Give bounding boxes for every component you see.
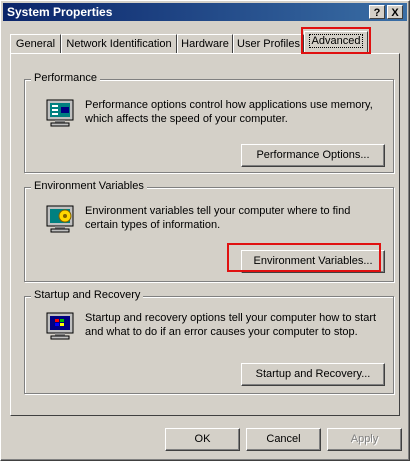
tab-user-profiles[interactable]: User Profiles <box>233 34 304 53</box>
windows-monitor-icon <box>46 312 74 340</box>
tab-network-identification[interactable]: Network Identification <box>61 34 177 53</box>
environment-monitor-icon <box>46 205 74 233</box>
window-title: System Properties <box>7 5 113 19</box>
performance-options-button[interactable]: Performance Options... <box>241 144 385 167</box>
tab-hardware[interactable]: Hardware <box>177 34 233 53</box>
performance-description: Performance options control how applicat… <box>85 99 373 125</box>
tab-general[interactable]: General <box>10 34 61 53</box>
environment-button-highlight <box>227 243 381 272</box>
ok-button[interactable]: OK <box>165 428 240 451</box>
close-button[interactable]: X <box>387 5 403 19</box>
system-properties-window: System Properties ? X General Network Id… <box>0 0 410 461</box>
performance-group-title: Performance <box>31 72 100 84</box>
startup-group-title: Startup and Recovery <box>31 289 144 301</box>
environment-group-title: Environment Variables <box>31 180 147 192</box>
environment-description: Environment variables tell your computer… <box>85 205 351 231</box>
startup-recovery-button[interactable]: Startup and Recovery... <box>241 363 385 386</box>
title-bar[interactable]: System Properties ? X <box>3 3 407 21</box>
startup-description: Startup and recovery options tell your c… <box>85 312 377 338</box>
performance-group: Performance Performance options control … <box>24 72 394 173</box>
performance-monitor-icon <box>46 99 74 127</box>
startup-recovery-group: Startup and Recovery Startup and recover… <box>24 289 394 394</box>
apply-button[interactable]: Apply <box>327 428 402 451</box>
help-button[interactable]: ? <box>369 5 385 19</box>
advanced-panel: Performance Performance options control … <box>10 53 400 416</box>
cancel-button[interactable]: Cancel <box>246 428 321 451</box>
tab-advanced-highlight <box>301 27 371 54</box>
